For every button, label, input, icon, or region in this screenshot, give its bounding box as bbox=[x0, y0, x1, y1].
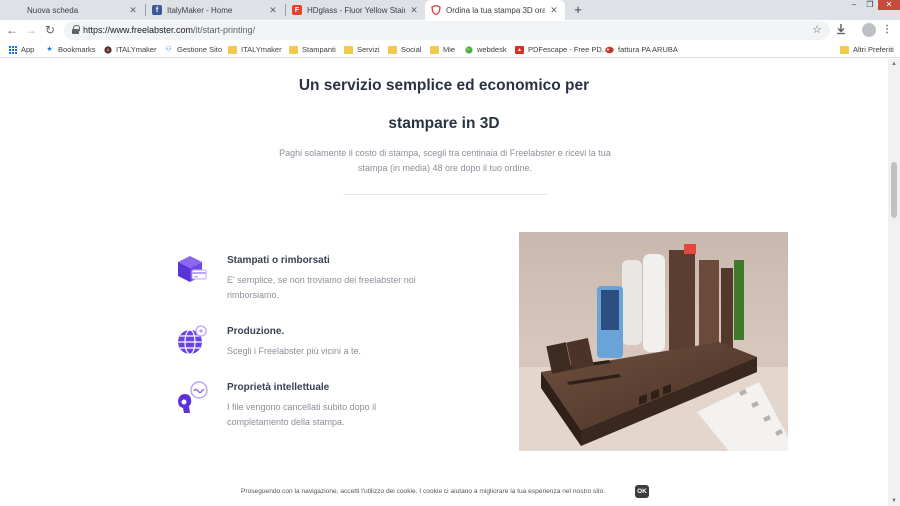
menu-kebab-icon[interactable]: ⋮ bbox=[880, 23, 894, 37]
new-tab-button[interactable]: + bbox=[570, 2, 586, 18]
scroll-up-arrow-icon[interactable]: ▲ bbox=[888, 59, 900, 69]
bookmark-label: App bbox=[21, 45, 35, 54]
cookie-text: Proseguendo con la navigazione, accetti … bbox=[241, 488, 606, 495]
scroll-thumb[interactable] bbox=[891, 162, 897, 218]
bookmark-label: ITALYmaker bbox=[116, 45, 157, 54]
bookmark-fattura-aruba[interactable]: fattura PA ARUBA bbox=[605, 44, 678, 55]
hdglass-icon: F bbox=[292, 5, 302, 15]
tab-hdglass[interactable]: F HDglass - Fluor Yellow Stained [PE... … bbox=[286, 0, 425, 20]
bookmark-label: Altri Preferiti bbox=[853, 45, 894, 54]
folder-icon bbox=[388, 45, 397, 54]
download-icon[interactable] bbox=[834, 23, 848, 37]
folder-icon bbox=[289, 45, 298, 54]
bookmark-webdesk[interactable]: webdesk bbox=[464, 44, 507, 55]
refund-box-icon bbox=[175, 253, 209, 287]
close-icon[interactable]: ✕ bbox=[549, 5, 559, 16]
folder-icon bbox=[344, 45, 353, 54]
tab-nuova-scheda[interactable]: Nuova scheda ✕ bbox=[6, 0, 144, 20]
scroll-down-arrow-icon[interactable]: ▼ bbox=[888, 496, 900, 506]
cookie-ok-button[interactable]: OK bbox=[635, 485, 649, 498]
folder-icon bbox=[228, 45, 237, 54]
feature-description: I file vengono cancellati subito dopo il… bbox=[227, 402, 377, 427]
page-subtitle: Paghi solamente il costo di stampa, sceg… bbox=[279, 148, 611, 173]
cookie-banner: Proseguendo con la navigazione, accetti … bbox=[0, 480, 888, 506]
close-icon[interactable]: ✕ bbox=[268, 5, 278, 16]
aruba-icon bbox=[605, 46, 614, 54]
page-content: Un servizio semplice ed economico per st… bbox=[0, 59, 888, 506]
tab-italymaker[interactable]: f ItalyMaker - Home ✕ bbox=[146, 0, 284, 20]
close-icon[interactable]: ✕ bbox=[128, 5, 138, 16]
bookmark-label: webdesk bbox=[477, 45, 507, 54]
feature-description: Scegli i Freelabster più vicini a te. bbox=[227, 346, 362, 356]
apps-grid-icon bbox=[8, 45, 17, 54]
address-bar[interactable]: https://www.freelabster.com/it/start-pri… bbox=[64, 21, 830, 40]
page-scrollbar[interactable]: ▲ ▼ bbox=[888, 59, 900, 506]
feature-title: Stampati o rimborsati bbox=[227, 255, 330, 266]
bookmark-folder-stampanti[interactable]: Stampanti bbox=[289, 44, 336, 55]
divider bbox=[343, 194, 547, 195]
thinking-head-icon bbox=[175, 380, 209, 414]
back-button[interactable]: ← bbox=[4, 22, 20, 38]
tab-title: Ordina la tua stampa 3D ora bbox=[446, 5, 545, 15]
minimize-button[interactable]: – bbox=[846, 0, 862, 10]
bookmark-folder-social[interactable]: Social bbox=[388, 44, 421, 55]
bookmarks-bar: App ★ Bookmarks ITALYmaker ⚇ Gestione Sito… bbox=[0, 41, 900, 58]
bookmark-label: Stampanti bbox=[302, 45, 336, 54]
profile-avatar-icon[interactable] bbox=[862, 23, 876, 37]
url-host: https://www.freelabster.com bbox=[83, 25, 194, 35]
tab-title: ItalyMaker - Home bbox=[167, 5, 233, 15]
product-photo bbox=[519, 232, 788, 451]
pdf-icon: ▲ bbox=[515, 45, 524, 54]
url-path: /it/start-printing/ bbox=[193, 25, 256, 35]
bookmark-folder-servizi[interactable]: Servizi bbox=[344, 44, 380, 55]
bookmark-folder-mie[interactable]: Mie bbox=[430, 44, 455, 55]
globe-icon bbox=[464, 45, 473, 54]
bookmark-bookmarks[interactable]: ★ Bookmarks bbox=[45, 44, 96, 55]
people-icon: ⚇ bbox=[165, 45, 172, 53]
tab-title: HDglass - Fluor Yellow Stained [PE... bbox=[307, 5, 405, 15]
bookmark-star-icon[interactable]: ☆ bbox=[812, 23, 822, 36]
star-icon: ★ bbox=[46, 45, 53, 53]
window-controls: – ❐ ✕ bbox=[846, 0, 900, 12]
page-title: Un servizio semplice ed economico per st… bbox=[0, 67, 888, 143]
blank-page-icon bbox=[12, 5, 22, 15]
lock-icon bbox=[72, 25, 80, 34]
bookmark-folder-italymaker[interactable]: ITALYmaker bbox=[228, 44, 282, 55]
globe-network-icon bbox=[175, 324, 209, 358]
freelabster-shield-icon bbox=[431, 5, 441, 15]
tab-freelabster[interactable]: Ordina la tua stampa 3D ora ✕ bbox=[425, 0, 565, 20]
bookmark-label: ITALYmaker bbox=[241, 45, 282, 54]
bookmark-app[interactable]: App bbox=[8, 44, 34, 55]
tab-title: Nuova scheda bbox=[27, 5, 79, 15]
page-title-line1: Un servizio semplice ed economico per bbox=[298, 77, 590, 94]
forward-button[interactable]: → bbox=[23, 22, 39, 38]
page-title-line2: stampare in 3D bbox=[388, 115, 500, 132]
reload-button[interactable]: ↻ bbox=[42, 22, 58, 38]
tab-strip: Nuova scheda ✕ f ItalyMaker - Home ✕ F H… bbox=[0, 0, 900, 20]
bookmark-gestione-sito[interactable]: ⚇ Gestione Sito bbox=[164, 44, 222, 55]
restore-button[interactable]: ❐ bbox=[862, 0, 878, 10]
bookmark-label: Mie bbox=[443, 45, 456, 54]
close-icon[interactable]: ✕ bbox=[409, 5, 419, 16]
browser-toolbar: ← → ↻ https://www.freelabster.com/it/sta… bbox=[0, 20, 900, 41]
feature-title: Produzione. bbox=[227, 326, 285, 337]
bookmark-label: fattura PA ARUBA bbox=[618, 45, 678, 54]
bookmark-label: Gestione Sito bbox=[177, 45, 223, 54]
bookmark-altri-preferiti[interactable]: Altri Preferiti bbox=[840, 44, 894, 55]
bookmark-italymaker-site[interactable]: ITALYmaker bbox=[103, 44, 157, 55]
feature-title: Proprietà intellettuale bbox=[227, 382, 330, 393]
folder-icon bbox=[840, 45, 849, 54]
facebook-icon: f bbox=[152, 5, 162, 15]
folder-icon bbox=[430, 45, 439, 54]
url-text: https://www.freelabster.com/it/start-pri… bbox=[83, 25, 255, 35]
bookmark-label: Servizi bbox=[357, 45, 380, 54]
window-close-button[interactable]: ✕ bbox=[878, 0, 900, 10]
bookmark-label: Bookmarks bbox=[58, 45, 96, 54]
bookmark-label: PDFescape - Free PD... bbox=[528, 45, 609, 54]
bookmark-pdfescape[interactable]: ▲ PDFescape - Free PD... bbox=[515, 44, 608, 55]
feature-description: E' semplice, se non troviamo dei freelab… bbox=[227, 275, 416, 300]
italymaker-icon bbox=[103, 45, 112, 54]
bookmark-label: Social bbox=[401, 45, 422, 54]
